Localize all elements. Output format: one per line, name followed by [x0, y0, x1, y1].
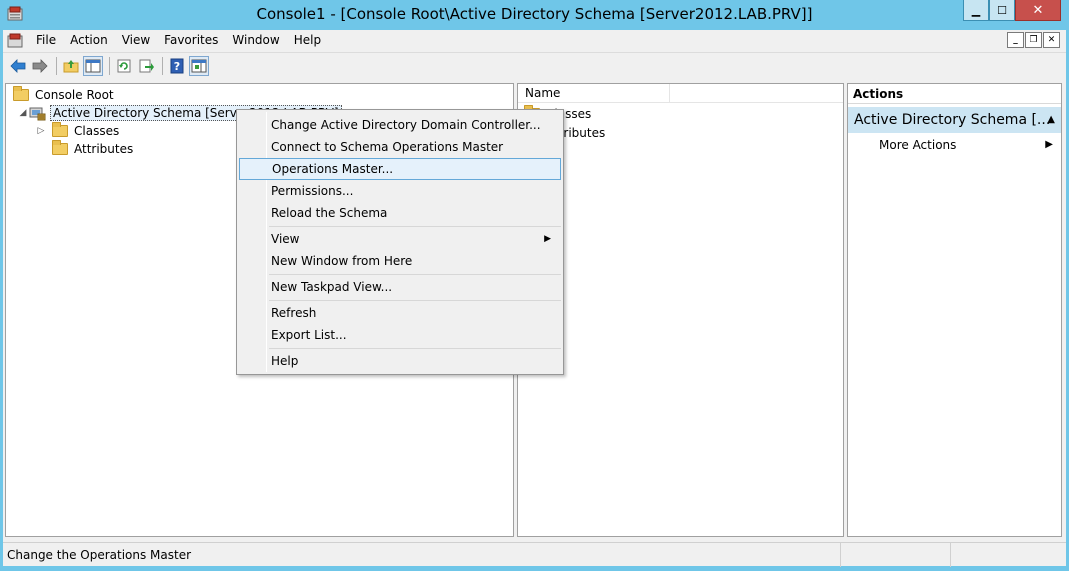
menu-item-help[interactable]: Help	[239, 350, 561, 372]
status-panel	[841, 543, 951, 567]
menu-item-reload-schema[interactable]: Reload the Schema	[239, 202, 561, 224]
column-header-name[interactable]: Name	[518, 84, 670, 102]
actions-section-header[interactable]: Active Directory Schema [... ▲	[848, 107, 1061, 133]
tree-node-console-root[interactable]: Console Root	[13, 86, 114, 104]
folder-icon	[52, 122, 68, 137]
menu-favorites[interactable]: Favorites	[157, 30, 225, 51]
expand-arrow-icon[interactable]: ▷	[35, 126, 47, 136]
menu-item-operations-master[interactable]: Operations Master...	[239, 158, 561, 180]
maximize-button[interactable]: ☐	[989, 0, 1015, 21]
tree-node-label: Attributes	[74, 142, 134, 156]
tree-node-label: Console Root	[35, 88, 114, 102]
menu-action[interactable]: Action	[63, 30, 115, 51]
svg-text:?: ?	[174, 60, 180, 73]
menu-separator	[269, 300, 561, 301]
menu-item-refresh[interactable]: Refresh	[239, 302, 561, 324]
collapse-up-icon[interactable]: ▲	[1047, 114, 1055, 125]
actions-header: Actions	[848, 84, 1061, 104]
mdi-close-button[interactable]: ✕	[1043, 32, 1060, 48]
toolbar-separator	[56, 57, 57, 75]
menu-item-new-window[interactable]: New Window from Here	[239, 250, 561, 272]
show-hide-console-tree-button[interactable]	[83, 56, 103, 76]
minimize-button[interactable]: ▁	[963, 0, 989, 21]
show-hide-console-tree-icon	[85, 59, 101, 73]
menu-window[interactable]: Window	[225, 30, 286, 51]
mdi-restore-button[interactable]: ❐	[1025, 32, 1042, 48]
menu-separator	[269, 226, 561, 227]
export-list-button[interactable]	[136, 56, 156, 76]
menu-item-label: View	[271, 232, 300, 246]
status-panel	[951, 543, 1066, 567]
refresh-button[interactable]	[114, 56, 134, 76]
mmc-system-menu-icon[interactable]	[7, 33, 23, 49]
menu-separator	[269, 348, 561, 349]
result-list-pane[interactable]: Name Classes Attributes	[517, 83, 844, 537]
show-hide-action-pane-icon	[191, 59, 207, 73]
actions-section-title: Active Directory Schema [...	[854, 112, 1051, 128]
help-icon: ?	[170, 58, 184, 74]
menu-item-new-taskpad-view[interactable]: New Taskpad View...	[239, 276, 561, 298]
menu-item-permissions[interactable]: Permissions...	[239, 180, 561, 202]
collapse-arrow-icon[interactable]: ◢	[17, 108, 29, 118]
refresh-icon	[117, 59, 131, 73]
mdi-minimize-button[interactable]: _	[1007, 32, 1024, 48]
toolbar-separator	[162, 57, 163, 75]
more-actions-item[interactable]: More Actions ▶	[848, 135, 1061, 155]
up-one-level-button[interactable]	[61, 56, 81, 76]
submenu-arrow-icon: ▶	[1045, 139, 1053, 150]
menu-item-view[interactable]: View ▶	[239, 228, 561, 250]
window-title: Console1 - [Console Root\Active Director…	[256, 5, 813, 23]
toolbar-separator	[109, 57, 110, 75]
tree-node-attributes[interactable]: Attributes	[52, 140, 133, 158]
menu-file[interactable]: File	[29, 30, 63, 51]
list-header: Name	[518, 84, 843, 103]
folder-icon	[13, 86, 29, 101]
menu-help[interactable]: Help	[287, 30, 328, 51]
tree-node-classes[interactable]: ▷ Classes	[35, 122, 119, 140]
help-button[interactable]: ?	[167, 56, 187, 76]
menu-item-export-list[interactable]: Export List...	[239, 324, 561, 346]
folder-icon	[52, 140, 68, 155]
menu-view[interactable]: View	[115, 30, 157, 51]
back-arrow-icon	[10, 59, 26, 73]
show-hide-action-pane-button[interactable]	[189, 56, 209, 76]
forward-arrow-icon	[32, 59, 48, 73]
actions-pane: Actions Active Directory Schema [... ▲ M…	[847, 83, 1062, 537]
title-bar[interactable]: Console1 - [Console Root\Active Director…	[0, 0, 1069, 30]
status-bar: Change the Operations Master	[3, 542, 1066, 567]
up-folder-icon	[63, 60, 79, 73]
menu-bar: File Action View Favorites Window Help _…	[3, 30, 1066, 51]
more-actions-label: More Actions	[879, 138, 957, 152]
menu-item-connect-schema-master[interactable]: Connect to Schema Operations Master	[239, 136, 561, 158]
export-list-icon	[139, 59, 154, 73]
forward-button[interactable]	[30, 56, 50, 76]
menu-item-change-domain-controller[interactable]: Change Active Directory Domain Controlle…	[239, 114, 561, 136]
context-menu: Change Active Directory Domain Controlle…	[236, 109, 564, 375]
close-button[interactable]: ✕	[1015, 0, 1061, 21]
menu-separator	[269, 274, 561, 275]
back-button[interactable]	[8, 56, 28, 76]
toolbar: ?	[3, 52, 1066, 79]
submenu-arrow-icon: ▶	[544, 234, 551, 244]
schema-snapin-icon	[29, 107, 46, 120]
tree-node-label: Classes	[74, 124, 120, 138]
status-text: Change the Operations Master	[3, 543, 841, 567]
